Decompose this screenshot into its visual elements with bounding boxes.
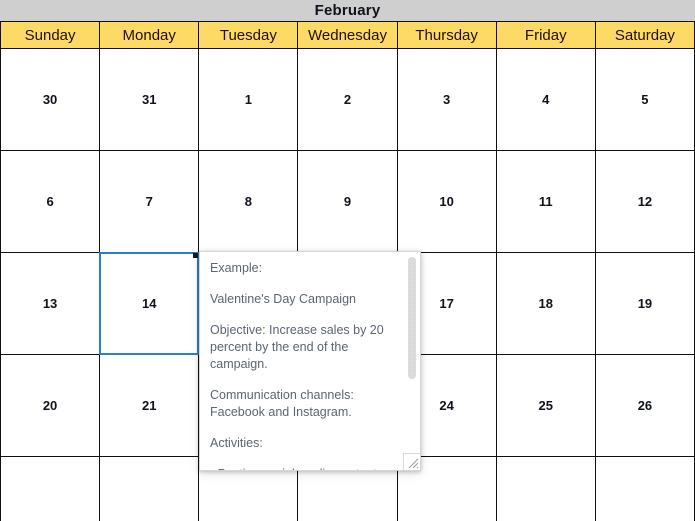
calendar-day-number: 25 <box>538 398 553 413</box>
calendar-day-number: 6 <box>46 194 54 209</box>
calendar-day-cell[interactable]: 26 <box>594 354 695 457</box>
day-note-text[interactable]: Example: Valentine's Day Campaign Object… <box>200 252 405 470</box>
calendar-empty-cell[interactable] <box>594 456 695 521</box>
resize-handle-icon[interactable] <box>403 453 420 470</box>
calendar-day-cell[interactable]: 1 <box>198 48 299 151</box>
calendar-day-cell[interactable]: 14 <box>99 252 200 355</box>
weekday-header-friday: Friday <box>495 22 596 49</box>
calendar-empty-cell[interactable] <box>0 456 101 521</box>
calendar-day-number: 18 <box>538 296 553 311</box>
calendar-day-number: 13 <box>42 296 58 311</box>
calendar-day-number: 7 <box>145 194 153 209</box>
calendar-day-cell[interactable]: 5 <box>594 48 695 151</box>
weekday-header-monday: Monday <box>99 22 200 49</box>
note-paragraph: Objective: Increase sales by 20 percent … <box>210 323 388 371</box>
calendar-day-cell[interactable]: 4 <box>495 48 596 151</box>
calendar-day-number: 3 <box>443 92 451 107</box>
calendar-day-number: 4 <box>542 92 550 107</box>
calendar-day-cell[interactable]: 13 <box>0 252 101 355</box>
calendar-empty-cell[interactable] <box>99 456 200 521</box>
calendar-day-cell[interactable]: 2 <box>297 48 398 151</box>
calendar-day-number: 12 <box>637 194 653 209</box>
calendar-day-number: 20 <box>42 398 58 413</box>
calendar-day-cell[interactable]: 21 <box>99 354 200 457</box>
weekday-header-tuesday: Tuesday <box>198 22 299 49</box>
weekday-header-saturday: Saturday <box>594 22 695 49</box>
calendar-day-number: 14 <box>141 296 157 311</box>
calendar-day-number: 21 <box>141 398 157 413</box>
calendar-day-number: 10 <box>439 194 454 209</box>
note-paragraph: Communication channels: Facebook and Ins… <box>210 388 358 419</box>
calendar-day-number: 9 <box>343 194 352 209</box>
weekday-header-wednesday: Wednesday <box>297 22 398 49</box>
calendar-day-number: 31 <box>141 92 157 107</box>
calendar-day-number: 8 <box>244 194 252 209</box>
calendar-day-cell[interactable]: 8 <box>198 150 299 253</box>
calendar-day-cell[interactable]: 11 <box>495 150 596 253</box>
weekday-header-thursday: Thursday <box>396 22 497 49</box>
calendar-day-cell[interactable]: 31 <box>99 48 200 151</box>
calendar-day-cell[interactable]: 12 <box>594 150 695 253</box>
calendar-day-cell[interactable]: 20 <box>0 354 101 457</box>
weekday-header-row: Sunday Monday Tuesday Wednesday Thursday… <box>0 22 695 49</box>
note-scrollbar-thumb[interactable] <box>408 257 416 379</box>
note-scrollbar-track[interactable] <box>407 253 419 470</box>
note-paragraph: Example: <box>210 261 263 275</box>
calendar-day-cell[interactable]: 10 <box>396 150 497 253</box>
calendar-day-cell[interactable]: 7 <box>99 150 200 253</box>
note-paragraph: Valentine's Day Campaign <box>210 292 356 306</box>
calendar-app: February Sunday Monday Tuesday Wednesday… <box>0 0 695 521</box>
calendar-day-number: 1 <box>244 92 252 107</box>
calendar-empty-cell[interactable] <box>495 456 596 521</box>
calendar-day-cell[interactable]: 19 <box>594 252 695 355</box>
calendar-day-number: 2 <box>343 92 352 107</box>
day-note-popup[interactable]: Example: Valentine's Day Campaign Object… <box>199 251 421 471</box>
calendar-day-cell[interactable]: 9 <box>297 150 398 253</box>
calendar-week-row: 6 7 8 9 10 11 12 <box>0 150 695 253</box>
calendar-day-number: 5 <box>641 92 649 107</box>
calendar-day-cell[interactable]: 6 <box>0 150 101 253</box>
month-title: February <box>314 2 381 19</box>
calendar-day-cell[interactable]: 18 <box>495 252 596 355</box>
calendar-day-number: 19 <box>637 296 653 311</box>
note-paragraph: Activities: <box>210 436 263 450</box>
calendar-day-number: 26 <box>637 398 653 413</box>
calendar-day-number: 30 <box>42 92 58 107</box>
calendar-week-row: 30 31 1 2 3 4 5 <box>0 48 695 151</box>
note-paragraph: - Posting social media content - Running… <box>210 466 395 470</box>
calendar-day-cell[interactable]: 25 <box>495 354 596 457</box>
calendar-day-number: 11 <box>538 194 553 209</box>
title-bar: February <box>0 0 695 22</box>
calendar-day-cell[interactable]: 3 <box>396 48 497 151</box>
weekday-header-sunday: Sunday <box>0 22 101 49</box>
calendar-day-cell[interactable]: 30 <box>0 48 101 151</box>
